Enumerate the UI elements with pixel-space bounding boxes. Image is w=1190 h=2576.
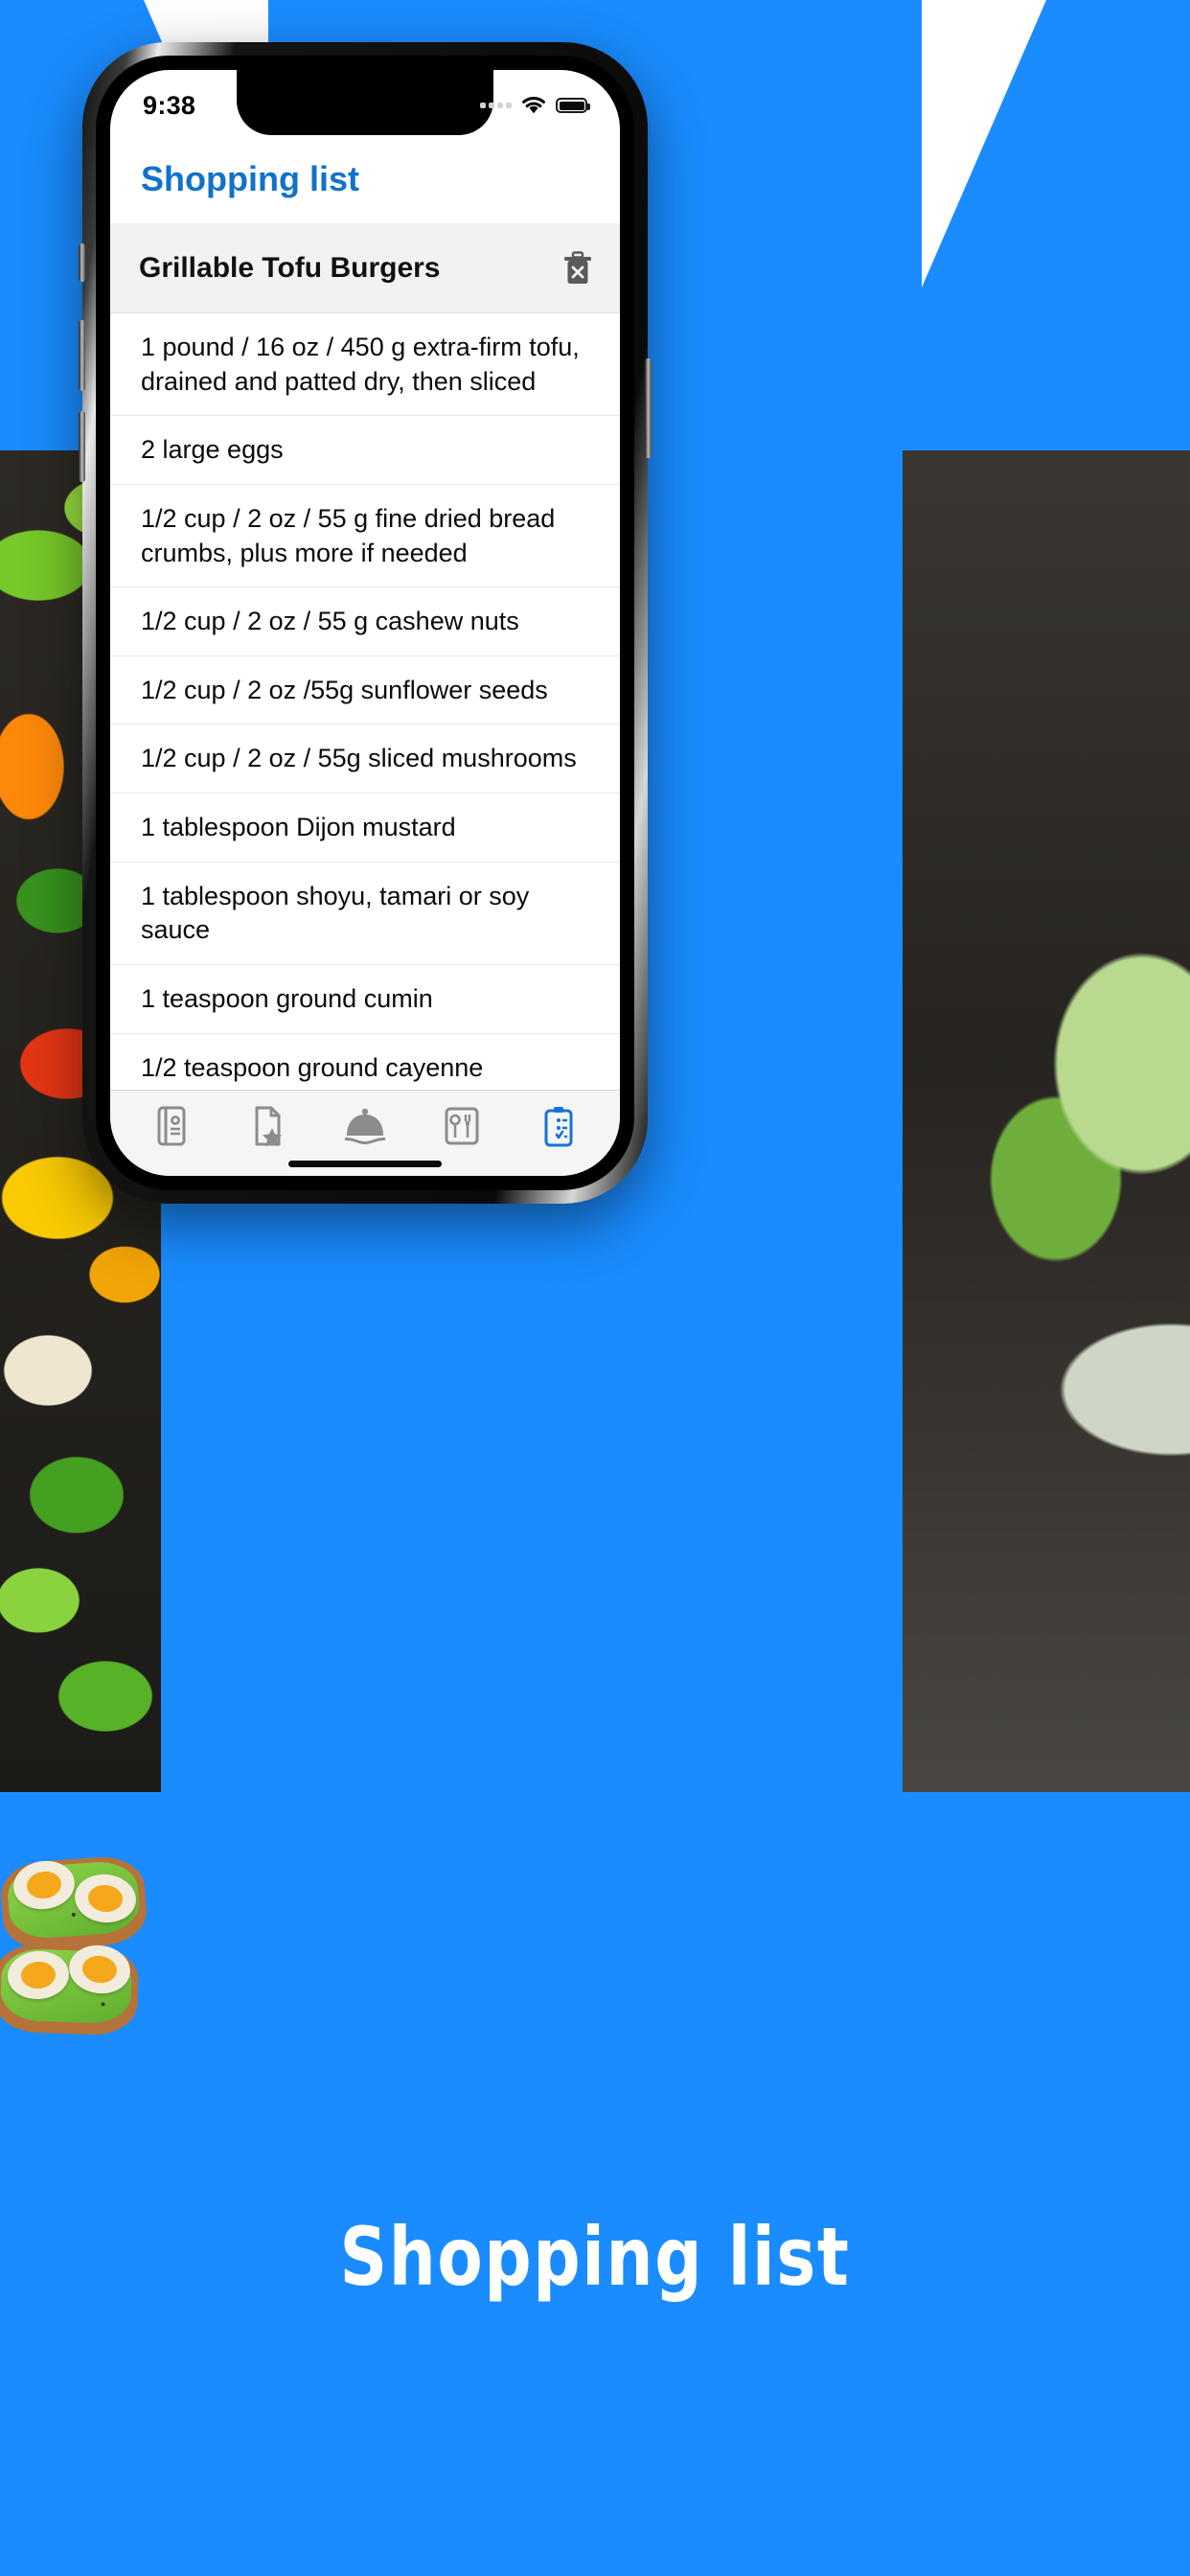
list-item[interactable]: 1 pound / 16 oz / 450 g extra-firm tofu,…	[110, 313, 620, 417]
status-bar-indicators	[480, 96, 590, 115]
list-item[interactable]: 1 tablespoon shoyu, tamari or soy sauce	[110, 862, 620, 965]
mute-switch[interactable]	[79, 243, 85, 282]
list-item[interactable]: 1/2 cup / 2 oz / 55 g fine dried bread c…	[110, 485, 620, 588]
cloche-dome-icon	[344, 1108, 385, 1144]
screenshot-stage: Shopping list 9:38 Shopping list Grillab…	[0, 0, 1190, 2576]
list-item[interactable]: 1 tablespoon Dijon mustard	[110, 794, 620, 862]
white-wedge-right	[922, 0, 1046, 288]
list-item[interactable]: 1/2 cup / 2 oz /55g sunflower seeds	[110, 656, 620, 725]
app-header: Shopping list	[110, 135, 620, 223]
list-item[interactable]: 1/2 cup / 2 oz / 55 g cashew nuts	[110, 587, 620, 656]
tab-recipe-book[interactable]	[141, 1100, 202, 1152]
promo-banner: Shopping list	[0, 2108, 1190, 2405]
power-button[interactable]	[645, 358, 652, 458]
battery-full-icon	[556, 98, 590, 113]
avocado-toast-illustration	[0, 1802, 215, 2099]
list-item[interactable]: 1/2 cup / 2 oz / 55g sliced mushrooms	[110, 724, 620, 794]
tab-favorites[interactable]	[238, 1100, 299, 1152]
status-bar-time: 9:38	[143, 90, 196, 120]
salad-photo-right	[903, 450, 1190, 1792]
phone-screen: 9:38 Shopping list Grillable Tofu Burger…	[110, 70, 620, 1176]
trash-delete-icon[interactable]	[562, 250, 593, 286]
clipboard-checklist-icon	[544, 1106, 573, 1146]
ingredient-list[interactable]: 1 pound / 16 oz / 450 g extra-firm tofu,…	[110, 313, 620, 1090]
cellular-signal-icon	[480, 103, 512, 108]
tab-menu[interactable]	[431, 1100, 492, 1152]
phone-device-mockup: 9:38 Shopping list Grillable Tofu Burger…	[79, 42, 652, 1204]
volume-up-button[interactable]	[79, 320, 85, 391]
home-indicator[interactable]	[288, 1161, 442, 1167]
tab-cooking[interactable]	[334, 1100, 396, 1152]
status-bar: 9:38	[110, 70, 620, 135]
phone-bezel: 9:38 Shopping list Grillable Tofu Burger…	[96, 56, 634, 1190]
recipe-title: Grillable Tofu Burgers	[139, 251, 441, 284]
volume-down-button[interactable]	[79, 411, 85, 482]
fork-knife-menu-icon	[445, 1107, 479, 1144]
recipe-book-icon	[157, 1106, 186, 1145]
list-item[interactable]: 1 teaspoon ground cumin	[110, 965, 620, 1034]
recipe-header-row: Grillable Tofu Burgers	[110, 223, 620, 313]
document-star-favorites-icon	[255, 1106, 283, 1146]
page-title: Shopping list	[141, 159, 359, 198]
list-item[interactable]: 1/2 teaspoon ground cayenne	[110, 1034, 620, 1091]
banner-title: Shopping list	[339, 2210, 851, 2304]
tab-shopping-list[interactable]	[528, 1100, 589, 1152]
list-item[interactable]: 2 large eggs	[110, 416, 620, 485]
wifi-icon	[522, 97, 545, 114]
